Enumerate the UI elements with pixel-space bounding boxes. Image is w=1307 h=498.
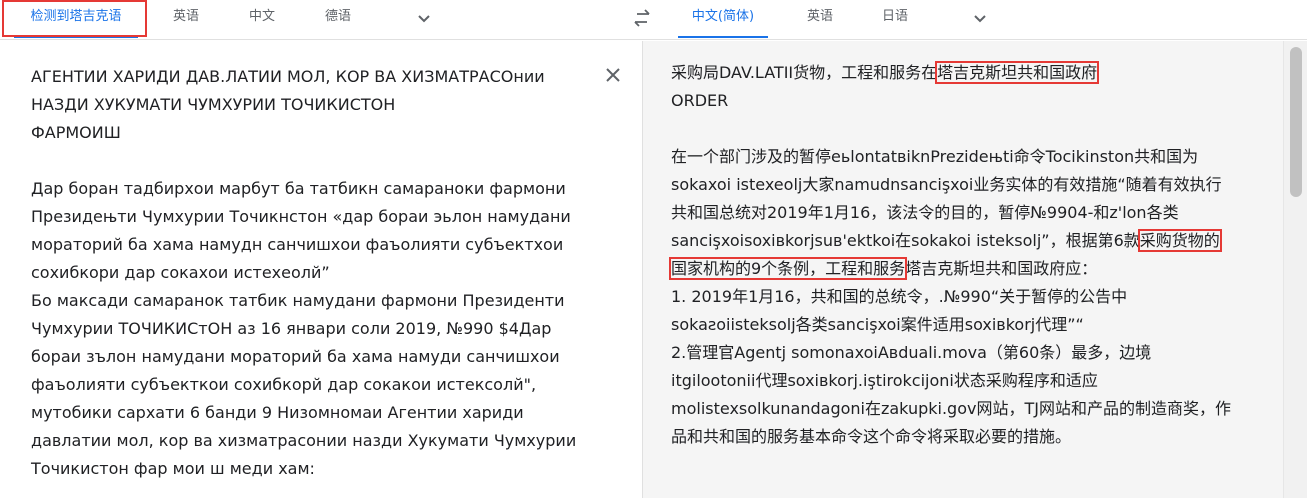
highlight-box-government: 塔吉克斯坦共和国政府 bbox=[935, 61, 1100, 84]
tab-target-english[interactable]: 英语 bbox=[795, 0, 845, 38]
scroll-thumb[interactable] bbox=[1290, 47, 1302, 197]
tab-source-english[interactable]: 英语 bbox=[160, 0, 212, 38]
tab-target-japanese[interactable]: 日语 bbox=[870, 0, 920, 38]
translation-line1: 采购局DAV.LATII货物，工程和服务在 bbox=[671, 63, 938, 82]
tab-target-chinese-simplified[interactable]: 中文(简体) bbox=[678, 0, 768, 38]
tab-source-german[interactable]: 德语 bbox=[312, 0, 364, 38]
tab-source-chinese[interactable]: 中文 bbox=[236, 0, 288, 38]
highlight-box-detected bbox=[2, 0, 147, 37]
translation-pane: 采购局DAV.LATII货物，工程和服务在塔吉克斯坦共和国政府 ORDER 在一… bbox=[643, 41, 1283, 498]
translation-line2: ORDER bbox=[671, 91, 729, 110]
translation-para2-end: 塔吉克斯坦共和国政府应： bbox=[905, 259, 1098, 278]
swap-icon[interactable] bbox=[630, 6, 654, 30]
chevron-down-icon[interactable] bbox=[972, 10, 988, 26]
translation-item1: 1. 2019年1月16，共和国的总统令，.№990“关于暂停的公告中sokaƨ… bbox=[671, 287, 1128, 334]
scrollbar[interactable] bbox=[1283, 41, 1307, 498]
close-icon[interactable] bbox=[604, 66, 622, 84]
source-text-input[interactable]: АГЕНТИИ ХАРИДИ ДАВ.ЛАТИИ МОЛ, КОР ВА ХИЗ… bbox=[31, 63, 591, 483]
translation-output: 采购局DAV.LATII货物，工程和服务在塔吉克斯坦共和国政府 ORDER 在一… bbox=[669, 59, 1231, 451]
translation-item2: 2.管理官Agentj somonaxoiAвduali.mova（第60条）最… bbox=[671, 343, 1231, 446]
source-pane: АГЕНТИИ ХАРИДИ ДАВ.ЛАТИИ МОЛ, КОР ВА ХИЗ… bbox=[0, 41, 642, 498]
language-tab-bar: 检测到塔吉克语 英语 中文 德语 中文(简体) 英语 日语 bbox=[0, 0, 1307, 40]
chevron-down-icon[interactable] bbox=[416, 10, 432, 26]
